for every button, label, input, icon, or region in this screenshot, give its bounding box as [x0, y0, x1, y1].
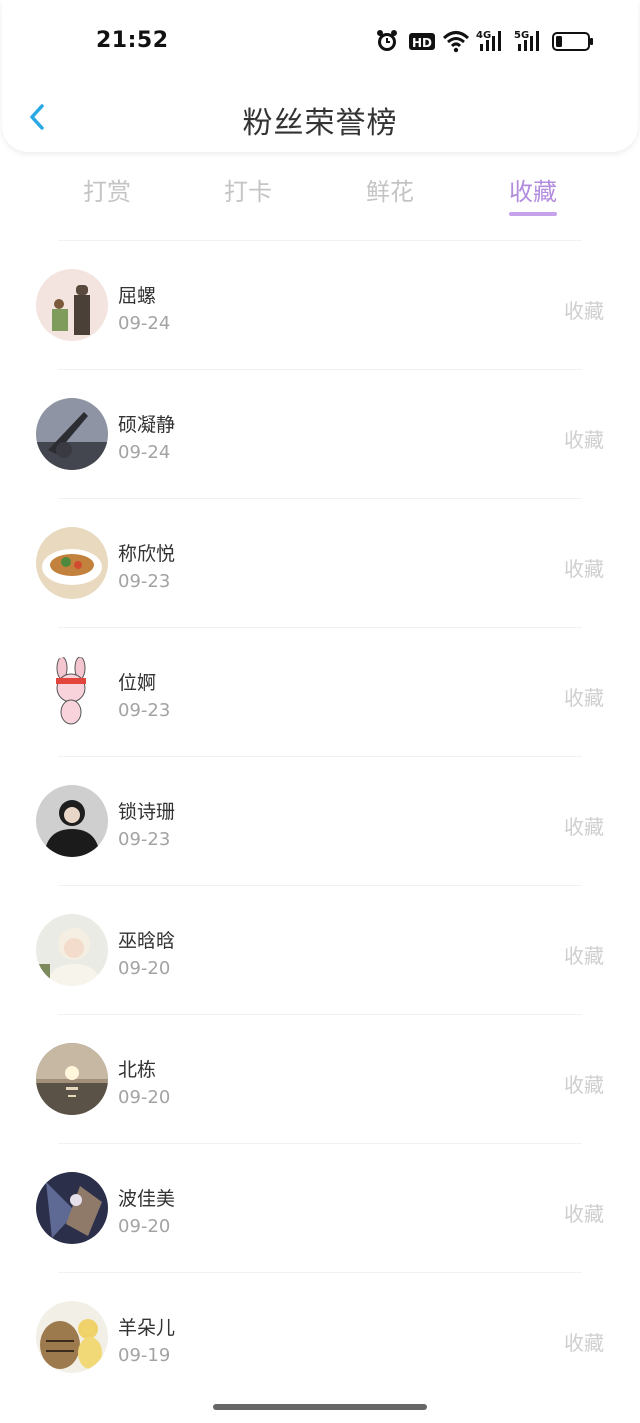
cartoon-bunny-avatar [36, 656, 108, 728]
fan-date: 09-20 [118, 1216, 171, 1237]
net2-label: 5G [514, 30, 529, 41]
fan-date: 09-24 [118, 442, 171, 463]
couple-illustration-avatar [36, 269, 108, 341]
avatar [36, 1301, 108, 1373]
action-label: 收藏 [564, 1073, 604, 1097]
status-bar: 21:52 HD 4G 5G [2, 0, 638, 86]
list-item[interactable]: 巫晗晗 09-20 收藏 [0, 886, 640, 1014]
signal-5g-icon: 5G [514, 30, 539, 51]
home-indicator[interactable] [213, 1404, 427, 1410]
active-tab-indicator [509, 212, 557, 216]
fan-list: 屈螺 09-24 收藏 硕凝静 09-24 收藏 称欣悦 09-23 收藏 位婀… [0, 240, 640, 1401]
fan-name: 硕凝静 [118, 414, 176, 436]
person-portrait-avatar [36, 785, 108, 857]
fan-name: 巫晗晗 [118, 930, 176, 952]
fan-date: 09-23 [118, 571, 171, 592]
hd-label: HD [412, 36, 432, 50]
tab-reward[interactable]: 打赏 [47, 172, 167, 207]
tab-flowers[interactable]: 鲜花 [330, 172, 450, 207]
list-item[interactable]: 北栋 09-20 收藏 [0, 1015, 640, 1143]
avatar [36, 269, 108, 341]
fan-name: 锁诗珊 [118, 801, 176, 823]
nav-bar: 粉丝荣誉榜 [2, 86, 638, 146]
action-label: 收藏 [564, 686, 604, 710]
list-item[interactable]: 位婀 09-23 收藏 [0, 628, 640, 756]
status-time: 21:52 [96, 28, 169, 53]
action-label: 收藏 [564, 1202, 604, 1226]
avatar [36, 1172, 108, 1244]
app-header: 21:52 HD 4G 5G 粉丝荣誉榜 [2, 0, 638, 152]
battery-icon [552, 32, 593, 51]
list-item[interactable]: 波佳美 09-20 收藏 [0, 1144, 640, 1272]
avatar [36, 656, 108, 728]
fan-name: 称欣悦 [118, 543, 176, 565]
list-item[interactable]: 屈螺 09-24 收藏 [0, 241, 640, 369]
fan-name: 羊朵儿 [118, 1317, 176, 1339]
fan-date: 09-23 [118, 829, 171, 850]
avatar [36, 785, 108, 857]
signal-4g-icon: 4G [476, 30, 501, 51]
action-label: 收藏 [564, 557, 604, 581]
avatar [36, 1043, 108, 1115]
fan-date: 09-24 [118, 313, 171, 334]
page-title: 粉丝荣誉榜 [242, 106, 398, 141]
action-label: 收藏 [564, 1331, 604, 1355]
fan-name: 北栋 [118, 1059, 157, 1081]
avatar [36, 914, 108, 986]
action-label: 收藏 [564, 815, 604, 839]
avatar [36, 527, 108, 599]
fan-date: 09-20 [118, 1087, 171, 1108]
fan-date: 09-20 [118, 958, 171, 979]
list-item[interactable]: 羊朵儿 09-19 收藏 [0, 1273, 640, 1401]
fan-date: 09-19 [118, 1345, 171, 1366]
action-label: 收藏 [564, 944, 604, 968]
tab-bar: 打赏 打卡 鲜花 收藏 [0, 164, 640, 224]
tab-favorites[interactable]: 收藏 [473, 172, 593, 207]
dark-landscape-avatar [36, 398, 108, 470]
avatar [36, 398, 108, 470]
list-item[interactable]: 称欣悦 09-23 收藏 [0, 499, 640, 627]
food-bowl-avatar [36, 527, 108, 599]
fan-date: 09-23 [118, 700, 171, 721]
blond-portrait-avatar [36, 914, 108, 986]
list-item[interactable]: 锁诗珊 09-23 收藏 [0, 757, 640, 885]
wifi-icon [442, 31, 470, 53]
alarm-icon [377, 30, 397, 51]
list-item[interactable]: 硕凝静 09-24 收藏 [0, 370, 640, 498]
tab-checkin[interactable]: 打卡 [188, 172, 308, 207]
fan-name: 波佳美 [118, 1188, 176, 1210]
anime-art-avatar [36, 1172, 108, 1244]
cat-duck-avatar [36, 1301, 108, 1373]
hd-icon: HD [409, 33, 435, 50]
fan-name: 位婀 [118, 672, 157, 694]
action-label: 收藏 [564, 299, 604, 323]
sunset-sea-avatar [36, 1043, 108, 1115]
fan-name: 屈螺 [118, 285, 157, 307]
action-label: 收藏 [564, 428, 604, 452]
net1-label: 4G [476, 30, 491, 41]
